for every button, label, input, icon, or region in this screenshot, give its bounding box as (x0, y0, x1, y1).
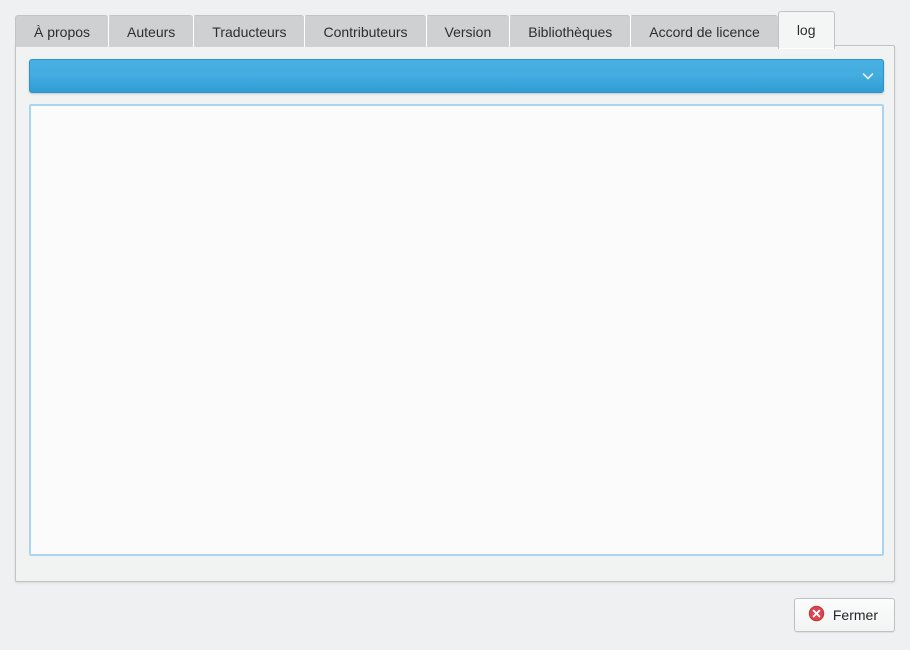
tab-label: Contributeurs (323, 24, 407, 40)
tab-accord-de-licence[interactable]: Accord de licence (630, 15, 778, 47)
tab-label: Traducteurs (212, 24, 286, 40)
tab-traducteurs[interactable]: Traducteurs (193, 15, 304, 47)
about-dialog: À propos Auteurs Traducteurs Contributeu… (0, 0, 910, 650)
tab-label: Auteurs (127, 24, 175, 40)
tab-version[interactable]: Version (426, 15, 510, 47)
tab-log[interactable]: log (778, 11, 835, 49)
close-button-label: Fermer (833, 608, 878, 622)
chevron-down-icon[interactable] (853, 60, 883, 92)
tab-contributeurs[interactable]: Contributeurs (304, 15, 425, 47)
tab-label: À propos (34, 24, 90, 40)
tab-label: Version (445, 24, 492, 40)
log-source-combobox[interactable] (29, 59, 884, 93)
log-text-area[interactable] (29, 104, 884, 556)
dialog-close-icon (808, 605, 825, 625)
tab-label: Accord de licence (649, 24, 760, 40)
close-button[interactable]: Fermer (794, 598, 895, 632)
tab-bar: À propos Auteurs Traducteurs Contributeu… (15, 11, 895, 47)
tab-bibliotheques[interactable]: Bibliothèques (509, 15, 630, 47)
tab-auteurs[interactable]: Auteurs (108, 15, 193, 47)
tab-label: log (797, 22, 816, 38)
log-tab-page (15, 45, 895, 582)
tab-a-propos[interactable]: À propos (15, 15, 108, 47)
tab-label: Bibliothèques (528, 24, 612, 40)
dialog-button-box: Fermer (15, 594, 895, 636)
log-text-content (31, 106, 882, 114)
